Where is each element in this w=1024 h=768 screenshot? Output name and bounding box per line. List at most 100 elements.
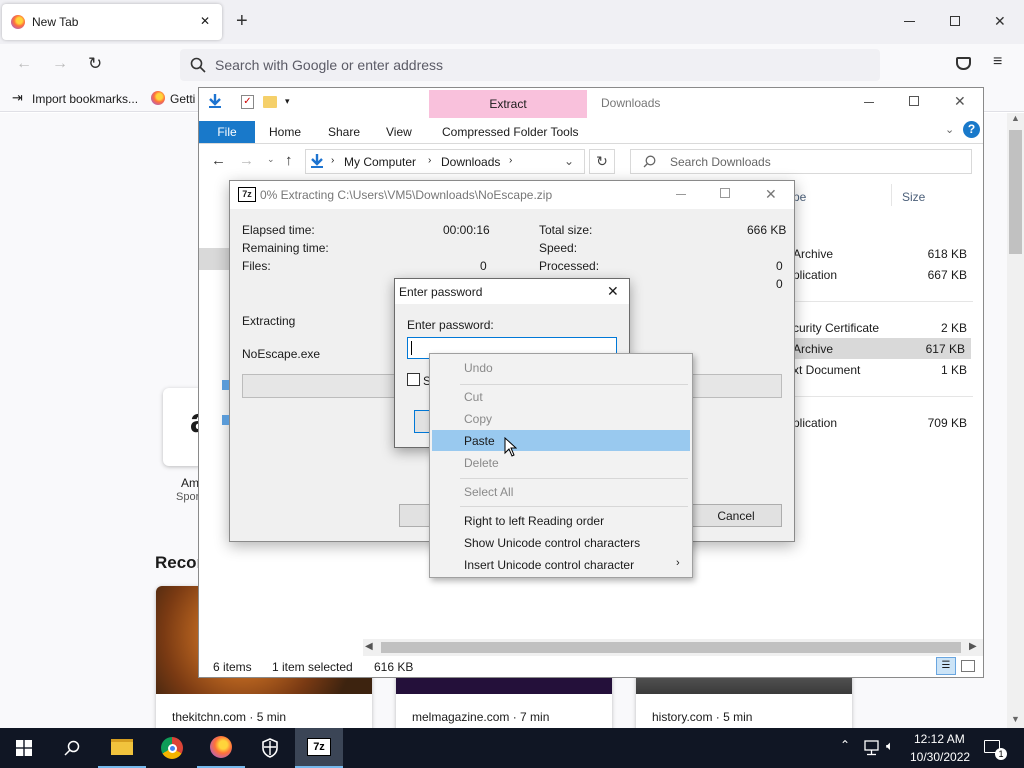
file-size: 709 KB: [927, 415, 967, 430]
hamburger-menu-icon[interactable]: ≡: [993, 53, 1002, 71]
taskbar-firefox[interactable]: [197, 728, 245, 768]
scrollbar-thumb[interactable]: [1009, 130, 1022, 254]
taskbar-search-button[interactable]: [48, 728, 96, 768]
start-button[interactable]: [0, 728, 48, 768]
breadcrumb-downloads[interactable]: Downloads: [441, 155, 500, 169]
new-folder-icon[interactable]: [263, 96, 277, 108]
taskbar-chrome[interactable]: [148, 728, 196, 768]
refresh-button[interactable]: ↻: [589, 149, 615, 174]
menu-separator: [460, 506, 688, 507]
ribbon-view-tab[interactable]: View: [386, 121, 412, 143]
ribbon-divider: [199, 143, 983, 144]
group-divider: [793, 301, 973, 302]
file-row-selected[interactable]: Archive 617 KB: [793, 338, 971, 359]
status-selected: 1 item selected: [272, 660, 353, 674]
horizontal-scrollbar[interactable]: ◀ ▶: [363, 639, 983, 656]
forward-arrow-icon[interactable]: →: [52, 55, 68, 73]
story-source: melmagazine.com · 7 min: [412, 710, 550, 724]
search-icon: [190, 57, 206, 73]
breadcrumb-my-computer[interactable]: My Computer: [344, 155, 416, 169]
help-icon[interactable]: ?: [963, 121, 980, 138]
ribbon-expand-icon[interactable]: ⌄: [945, 123, 954, 136]
password-close-icon[interactable]: ✕: [607, 283, 619, 300]
ribbon-compressed-tools-tab[interactable]: Compressed Folder Tools: [442, 121, 579, 143]
ribbon-file-tab[interactable]: File: [199, 121, 255, 143]
firefox-tab-new-tab[interactable]: New Tab ✕: [2, 4, 222, 40]
network-icon[interactable]: [862, 740, 880, 756]
horizontal-scrollbar-thumb[interactable]: [381, 642, 961, 653]
taskbar-7zip[interactable]: 7z: [295, 728, 343, 768]
file-row[interactable]: plication 709 KB: [793, 412, 973, 433]
windows-logo-icon: [16, 740, 32, 756]
volume-icon[interactable]: 🔈︎: [886, 738, 894, 754]
explorer-minimize-icon[interactable]: [864, 102, 874, 103]
sevenzip-maximize-icon[interactable]: [720, 188, 730, 198]
menu-item-rtl-reading[interactable]: Right to left Reading order: [432, 510, 690, 531]
scroll-right-icon[interactable]: ▶: [969, 641, 977, 652]
sevenzip-minimize-icon[interactable]: [676, 194, 686, 195]
file-row[interactable]: curity Certificate 2 KB: [793, 317, 973, 338]
show-hidden-icons-icon[interactable]: ⌃: [840, 738, 850, 752]
menu-item-cut[interactable]: Cut: [432, 386, 690, 407]
clock-time[interactable]: 12:12 AM: [914, 732, 965, 746]
pocket-icon[interactable]: [956, 57, 971, 70]
explorer-back-icon[interactable]: ←: [211, 152, 226, 169]
details-view-icon[interactable]: ☰: [936, 657, 956, 675]
explorer-maximize-icon[interactable]: [909, 96, 919, 106]
bookmark-import[interactable]: Import bookmarks...: [32, 92, 138, 106]
explorer-forward-icon[interactable]: →: [239, 152, 254, 169]
files-label: Files:: [242, 259, 271, 273]
url-bar[interactable]: Search with Google or enter address: [180, 49, 880, 81]
quick-access-dropdown-icon[interactable]: ▾: [285, 96, 290, 107]
column-header-type[interactable]: pe: [793, 190, 806, 204]
menu-item-select-all[interactable]: Select All: [432, 481, 690, 502]
back-arrow-icon[interactable]: ←: [16, 55, 32, 73]
taskbar-file-explorer[interactable]: [98, 728, 146, 768]
scroll-down-icon[interactable]: ▼: [1011, 714, 1020, 724]
explorer-close-icon[interactable]: ✕: [954, 93, 966, 110]
new-tab-button[interactable]: +: [236, 10, 248, 33]
scroll-up-icon[interactable]: ▲: [1011, 113, 1020, 123]
ribbon-home-tab[interactable]: Home: [269, 121, 301, 143]
reload-icon[interactable]: ↻: [88, 54, 102, 74]
file-row[interactable]: plication 667 KB: [793, 264, 973, 285]
up-arrow-icon[interactable]: ↑: [285, 152, 293, 169]
scroll-left-icon[interactable]: ◀: [365, 641, 373, 652]
column-header-size[interactable]: Size: [902, 190, 925, 204]
file-row[interactable]: xt Document 1 KB: [793, 359, 973, 380]
address-bar[interactable]: › My Computer › Downloads › ⌄: [305, 149, 585, 174]
window-close-icon[interactable]: ✕: [994, 13, 1006, 30]
address-dropdown-icon[interactable]: ⌄: [564, 154, 574, 168]
recent-locations-icon[interactable]: ⌄: [267, 154, 275, 165]
import-icon: ⇥: [12, 90, 23, 105]
menu-item-show-unicode[interactable]: Show Unicode control characters: [432, 532, 690, 553]
tab-close-icon[interactable]: ✕: [200, 14, 210, 28]
menu-item-undo[interactable]: Undo: [432, 357, 690, 378]
search-icon: [643, 155, 656, 168]
menu-item-delete[interactable]: Delete: [432, 452, 690, 473]
cancel-button[interactable]: Cancel: [690, 504, 782, 527]
large-icons-view-icon[interactable]: [961, 660, 975, 672]
properties-icon[interactable]: ✓: [241, 95, 254, 109]
window-restore-icon[interactable]: [950, 16, 960, 26]
menu-item-insert-unicode[interactable]: Insert Unicode control character ›: [432, 554, 690, 575]
clock-date[interactable]: 10/30/2022: [910, 750, 970, 764]
explorer-search-box[interactable]: Search Downloads: [630, 149, 972, 174]
ribbon-share-tab[interactable]: Share: [328, 121, 360, 143]
menu-label: Cut: [464, 389, 483, 404]
file-row[interactable]: Archive 618 KB: [793, 243, 973, 264]
sevenzip-close-icon[interactable]: ✕: [765, 186, 777, 203]
window-minimize-icon[interactable]: [904, 21, 915, 22]
notification-center-button[interactable]: 1: [976, 728, 1024, 768]
sevenzip-app-icon: 7z: [238, 187, 256, 202]
taskbar-security[interactable]: [246, 728, 294, 768]
firefox-logo-icon: [11, 15, 25, 29]
shortcut-label[interactable]: Am: [181, 476, 199, 490]
menu-label: Copy: [464, 411, 493, 426]
menu-item-paste[interactable]: Paste: [432, 430, 690, 451]
bookmark-getting-started[interactable]: Getti: [170, 92, 195, 106]
menu-separator: [460, 384, 688, 385]
menu-item-copy[interactable]: Copy: [432, 408, 690, 429]
show-password-checkbox[interactable]: [407, 373, 420, 386]
story-source: history.com · 5 min: [652, 710, 753, 724]
